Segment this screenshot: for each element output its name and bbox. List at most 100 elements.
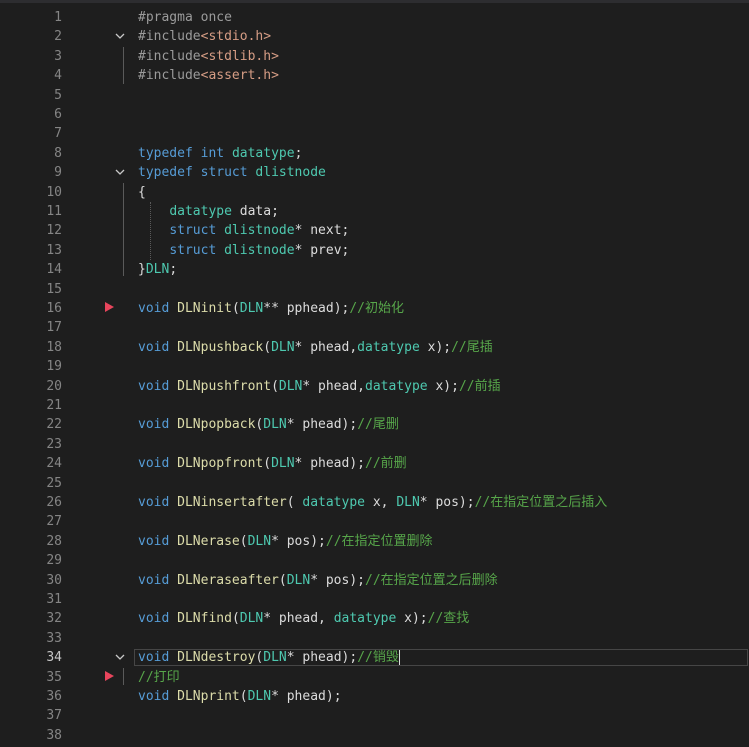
code-line[interactable]: 14}DLN; [0, 260, 749, 279]
code-line[interactable]: 12 struct dlistnode* next; [0, 221, 749, 240]
code-line[interactable]: 2 #include<stdio.h> [0, 27, 749, 46]
code-line[interactable]: 27 [0, 512, 749, 531]
code-token: ; [169, 262, 178, 278]
line-number: 30 [46, 572, 62, 588]
line-number: 33 [46, 630, 62, 646]
code-text: //打印 [138, 668, 180, 687]
code-token: struct [169, 242, 217, 258]
code-text: void DLNeraseafter(DLN* pos);//在指定位置之后删除 [138, 571, 498, 590]
code-line[interactable]: 3 #include<stdlib.h> [0, 47, 749, 66]
breakpoint-arrow-icon[interactable] [105, 302, 114, 312]
breakpoint-arrow-icon[interactable] [105, 670, 114, 681]
code-line[interactable]: 18 void DLNpushback(DLN* phead,datatype x… [0, 338, 749, 357]
code-line[interactable]: 21 [0, 396, 749, 415]
code-line[interactable]: 7 [0, 124, 749, 143]
code-line[interactable]: 37 [0, 706, 749, 725]
code-token: x); [396, 611, 428, 627]
code-text: { [138, 183, 146, 202]
code-token: x, [365, 495, 397, 510]
code-token: ( [286, 495, 303, 510]
code-token: * phead); [294, 456, 365, 472]
code-line[interactable]: 6 [0, 105, 749, 124]
code-token: DLN [247, 689, 272, 704]
code-line[interactable]: 10 { [0, 183, 749, 202]
code-line[interactable]: 25 [0, 474, 749, 493]
code-text: void DLNerase(DLN* pos);//在指定位置删除 [138, 532, 433, 551]
code-token: //尾删 [357, 417, 399, 433]
code-line[interactable]: 15 [0, 280, 749, 299]
code-token: //在指定位置之后删除 [365, 572, 498, 588]
code-text: struct dlistnode* prev; [138, 241, 349, 260]
line-number: 21 [46, 398, 62, 413]
code-line[interactable]: 30 void DLNeraseafter(DLN* pos);//在指定位置之后… [0, 571, 749, 590]
code-editor[interactable]: 1 #pragma once 2 #include<stdio.h> 3 #include… [0, 0, 749, 747]
code-token: dlistnode [224, 223, 295, 239]
code-line[interactable]: 22 void DLNpopback(DLN* phead);//尾删 [0, 415, 749, 434]
code-line[interactable]: 9 typedef struct dlistnode [0, 163, 749, 182]
code-line[interactable]: 32 void DLNfind(DLN* phead, datatype x);/… [0, 609, 749, 628]
code-line[interactable]: 31 [0, 590, 749, 609]
line-number: 29 [46, 553, 62, 569]
code-text: #pragma once [138, 8, 232, 27]
code-token: datatype [365, 378, 428, 394]
code-line[interactable]: 29 [0, 551, 749, 570]
code-line[interactable]: 5 [0, 86, 749, 105]
code-token: //尾插 [451, 339, 493, 355]
code-token: DLN [239, 301, 264, 316]
code-token: { [138, 184, 146, 200]
code-line[interactable]: 26 void DLNinsertafter( datatype x, DLN* … [0, 493, 749, 512]
code-line[interactable]: 23 [0, 435, 749, 454]
code-token: * pos); [271, 533, 326, 549]
line-number: 32 [46, 611, 62, 627]
code-text: #include<assert.h> [138, 66, 279, 85]
code-line[interactable]: 34 void DLNdestroy(DLN* phead);//销毁 [0, 648, 749, 667]
line-number: 20 [46, 378, 62, 394]
code-line[interactable]: 38 [0, 726, 749, 745]
fold-chevron-down-icon[interactable] [113, 163, 127, 182]
code-line[interactable]: 20 void DLNpushfront(DLN* phead,datatype … [0, 377, 749, 396]
code-token: typedef [138, 165, 193, 181]
code-line[interactable]: 24 void DLNpopfront(DLN* phead);//前删 [0, 454, 749, 473]
code-line[interactable]: 13 struct dlistnode* prev; [0, 241, 749, 260]
code-line[interactable]: 1 #pragma once [0, 8, 749, 27]
code-token: * phead, [294, 339, 358, 355]
code-line[interactable]: 11 datatype data; [0, 202, 749, 221]
code-token: DLN [271, 339, 295, 355]
code-line[interactable]: 36 void DLNprint(DLN* phead); [0, 687, 749, 706]
code-token: ; [294, 145, 303, 161]
code-line[interactable]: 8 typedef int datatype; [0, 144, 749, 163]
code-line[interactable]: 35 //打印 [0, 668, 749, 687]
line-number: 13 [46, 242, 62, 258]
code-token: void [138, 611, 170, 627]
code-token: <assert.h> [200, 68, 279, 84]
code-token: datatype [231, 145, 295, 161]
code-token: //前删 [365, 456, 407, 472]
line-number: 37 [46, 708, 62, 724]
code-line[interactable]: 16 void DLNinit(DLN** pphead);//初始化 [0, 299, 749, 318]
fold-chevron-down-icon[interactable] [113, 648, 127, 667]
code-token: DLNpushback [177, 339, 264, 355]
line-number: 18 [46, 339, 62, 355]
code-token: datatype [333, 611, 397, 627]
code-token: ( [263, 339, 272, 355]
code-line[interactable]: 4 #include<assert.h> [0, 66, 749, 85]
code-line[interactable]: 17 [0, 318, 749, 337]
code-token: * phead); [271, 689, 342, 704]
line-number: 4 [54, 68, 62, 84]
fold-chevron-down-icon[interactable] [113, 27, 127, 46]
code-line[interactable]: 28 void DLNerase(DLN* pos);//在指定位置删除 [0, 532, 749, 551]
code-line[interactable]: 19 [0, 357, 749, 376]
code-token: datatype [169, 204, 232, 219]
code-token: } [138, 262, 146, 278]
code-token: DLNdestroy [177, 650, 256, 666]
code-token: DLNpopfront [177, 456, 264, 472]
code-line[interactable]: 33 [0, 629, 749, 648]
code-token: DLN [263, 417, 287, 433]
code-token: struct [200, 165, 248, 181]
line-number: 24 [46, 456, 62, 472]
